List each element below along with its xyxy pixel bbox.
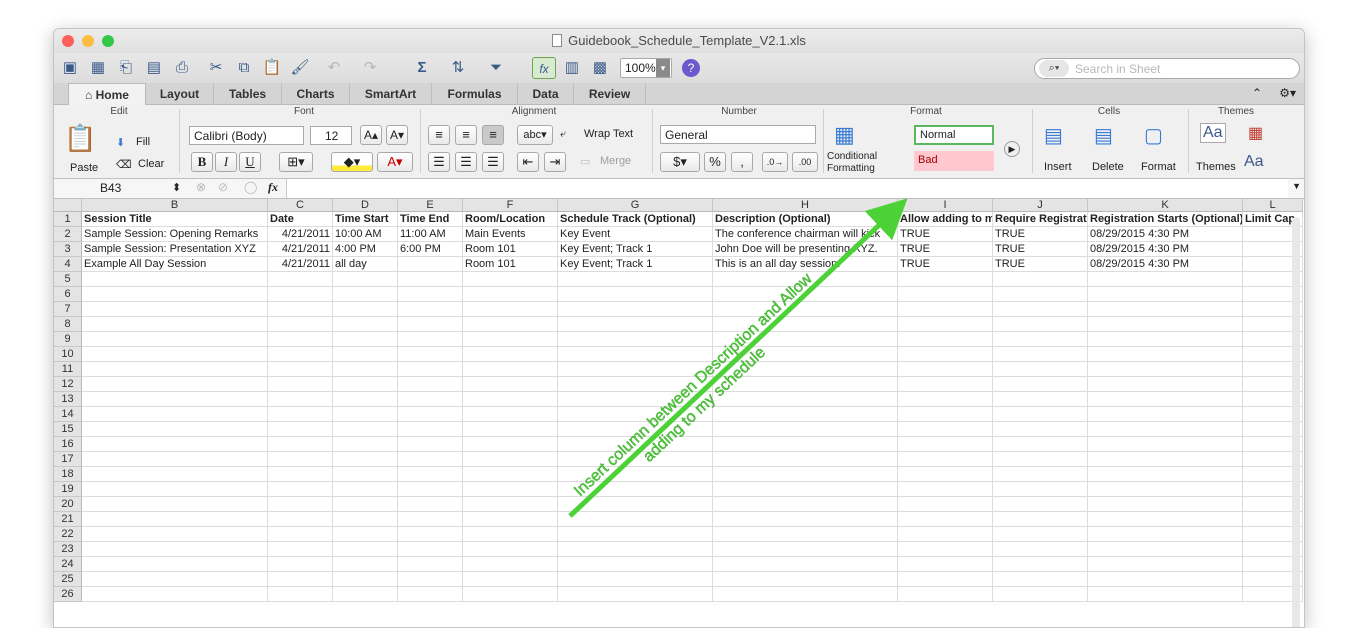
annotation-overlay: Insert column between Description and Al… <box>568 198 908 518</box>
annotation-arrow <box>568 198 908 518</box>
annotation-text-line1: Insert column between Description and Al… <box>571 270 816 500</box>
